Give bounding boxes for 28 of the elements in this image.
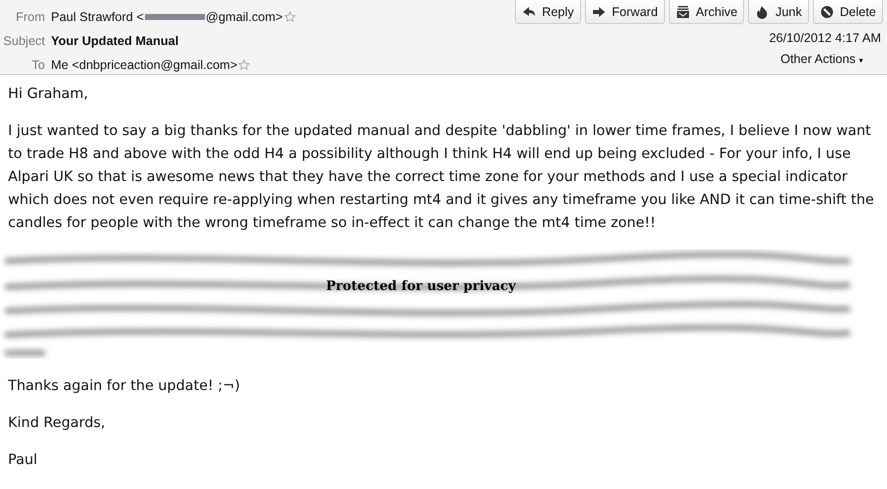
right-arrow-icon [592, 4, 606, 18]
delete-button[interactable]: Delete [812, 0, 883, 24]
message-paragraph: Paul [8, 451, 38, 470]
message-paragraph: Thanks again for the update! ;¬) [8, 377, 241, 396]
sender-name: Paul Strawford < [51, 10, 144, 24]
star-icon[interactable] [284, 11, 296, 23]
left-arrow-icon [522, 4, 536, 18]
sender-email: @gmail.com> [206, 10, 283, 24]
field-label: Subject [2, 34, 45, 48]
message-paragraph: Kind Regards, [8, 414, 106, 433]
privacy-notice: Protected for user privacy [326, 279, 516, 294]
field-label: From [14, 10, 45, 24]
date-text: 26/10/2012 4:17 AM [769, 31, 881, 45]
archive-button[interactable]: Archive [668, 0, 744, 24]
reply-button[interactable]: Reply [514, 0, 581, 24]
field-label: To [30, 58, 45, 72]
archive-icon [676, 4, 690, 18]
no-sign-icon [820, 4, 834, 18]
subject-text: Your Updated Manual [51, 34, 179, 48]
flame-icon [755, 4, 770, 18]
star-icon[interactable] [238, 59, 250, 71]
junk-button[interactable]: Junk [748, 0, 809, 24]
message-paragraph: I just wanted to say a big thanks for the updated manual and despite 'dabbling' in lower time frames, I believe I now want to trade H8 and above with the odd H4 a possibility although I think H4 will end up being excluded - For your info, I use Alpari UK so that is awesome news that they have the correct time zone for your methods and I use a special indicator which does not even require re-applying when restarting mt4 and it gives any timeframe you like AND it can time-shift the candles for people with the wrong timeframe so in-effect it can change the mt4 time zone!! [8, 122, 875, 233]
other-actions-menu[interactable]: Other Actions ▾ [780, 52, 883, 66]
forward-button[interactable]: Forward [584, 0, 665, 24]
message-paragraph: Hi Graham, [8, 85, 90, 104]
recipient-text: Me <dnbpriceaction@gmail.com> [51, 58, 238, 72]
redaction-bar [144, 14, 205, 20]
